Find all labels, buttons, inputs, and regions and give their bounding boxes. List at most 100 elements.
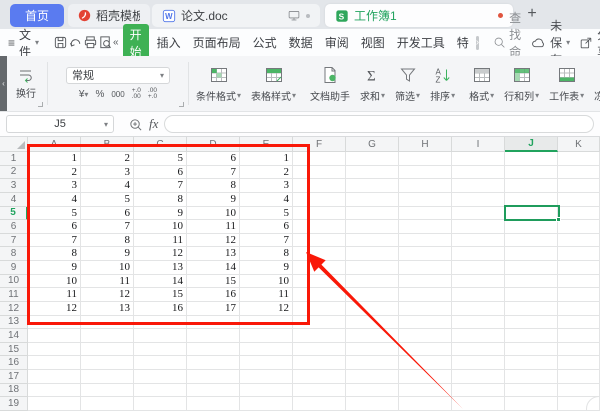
ribbon-tab-视图[interactable]: 视图 (355, 34, 391, 51)
cell-J19[interactable] (505, 397, 558, 411)
ribbon-tab-插入[interactable]: 插入 (151, 34, 187, 51)
column-header-H[interactable]: H (399, 137, 452, 152)
formula-input[interactable] (164, 115, 594, 133)
cell-H2[interactable] (399, 166, 452, 180)
row-header-13[interactable]: 13 (0, 316, 28, 330)
insert-function-search-icon[interactable] (128, 117, 143, 132)
cell-K12[interactable] (558, 302, 600, 316)
ribbon-button-格式[interactable]: 格式▾ (464, 56, 499, 111)
select-all-corner[interactable] (0, 137, 28, 152)
ribbon-button-求和[interactable]: Σ求和▾ (355, 56, 390, 111)
cell-E18[interactable] (240, 384, 293, 398)
cell-D19[interactable] (187, 397, 240, 411)
cell-K16[interactable] (558, 356, 600, 370)
cell-K17[interactable] (558, 370, 600, 384)
undo-button[interactable] (68, 34, 83, 52)
tab-spreadsheet-active[interactable]: S 工作簿1 (325, 4, 513, 27)
cell-D16[interactable] (187, 356, 240, 370)
fill-handle[interactable] (556, 217, 561, 222)
ribbon-tab-数据[interactable]: 数据 (283, 34, 319, 51)
cell-J3[interactable] (505, 179, 558, 193)
ribbon-button-条件格式[interactable]: 条件格式▾ (191, 56, 246, 111)
cell-H5[interactable] (399, 207, 452, 221)
row-header-15[interactable]: 15 (0, 343, 28, 357)
increase-decimal-button[interactable]: +.0.00 (132, 88, 141, 101)
cell-A15[interactable] (28, 343, 81, 357)
cell-G5[interactable] (346, 207, 399, 221)
ribbon-button-冻结窗格[interactable]: *冻结窗格▾ (589, 56, 600, 111)
cell-I6[interactable] (452, 220, 505, 234)
cell-B15[interactable] (81, 343, 134, 357)
cell-G4[interactable] (346, 193, 399, 207)
ribbon-button-表格样式[interactable]: 表格样式▾ (246, 56, 301, 111)
cell-E16[interactable] (240, 356, 293, 370)
cell-H1[interactable] (399, 152, 452, 166)
cell-K15[interactable] (558, 343, 600, 357)
row-header-18[interactable]: 18 (0, 384, 28, 398)
cell-J9[interactable] (505, 261, 558, 275)
cell-K1[interactable] (558, 152, 600, 166)
cell-E17[interactable] (240, 370, 293, 384)
row-header-16[interactable]: 16 (0, 356, 28, 370)
wrap-text-label[interactable]: 换行 (16, 85, 36, 100)
cell-I3[interactable] (452, 179, 505, 193)
cell-C19[interactable] (134, 397, 187, 411)
ribbon-tab-页面布局[interactable]: 页面布局 (187, 34, 247, 51)
cell-K3[interactable] (558, 179, 600, 193)
row-header-19[interactable]: 19 (0, 397, 28, 411)
print-preview-button[interactable] (98, 34, 113, 52)
cell-K9[interactable] (558, 261, 600, 275)
cell-J2[interactable] (505, 166, 558, 180)
cell-J1[interactable] (505, 152, 558, 166)
cell-D17[interactable] (187, 370, 240, 384)
ribbon-button-筛选[interactable]: 筛选▾ (390, 56, 425, 111)
row-header-14[interactable]: 14 (0, 329, 28, 343)
selected-cell-outline[interactable] (504, 205, 560, 221)
column-header-J[interactable]: J (505, 137, 558, 152)
cell-K18[interactable] (558, 384, 600, 398)
tab-home[interactable]: 首页 (10, 4, 64, 27)
ribbon-tab-公式[interactable]: 公式 (247, 34, 283, 51)
cell-I2[interactable] (452, 166, 505, 180)
cell-A19[interactable] (28, 397, 81, 411)
dialog-launcher-icon[interactable] (179, 102, 184, 107)
row-header-3[interactable]: 3 (0, 179, 28, 193)
ribbon-button-工作表[interactable]: 工作表▾ (544, 56, 589, 111)
print-button[interactable] (83, 34, 98, 52)
cell-J8[interactable] (505, 247, 558, 261)
ribbon-button-文档助手[interactable]: 文档助手 (305, 56, 355, 111)
cell-K13[interactable] (558, 316, 600, 330)
wrap-text-icon[interactable] (18, 67, 34, 83)
cell-J12[interactable] (505, 302, 558, 316)
ribbon-tab-审阅[interactable]: 审阅 (319, 34, 355, 51)
row-header-9[interactable]: 9 (0, 261, 28, 275)
cell-K8[interactable] (558, 247, 600, 261)
cell-H4[interactable] (399, 193, 452, 207)
share-icon[interactable] (579, 36, 593, 50)
row-header-10[interactable]: 10 (0, 275, 28, 289)
cell-I4[interactable] (452, 193, 505, 207)
cell-A18[interactable] (28, 384, 81, 398)
cell-K4[interactable] (558, 193, 600, 207)
cell-G1[interactable] (346, 152, 399, 166)
screen-share-icon[interactable] (287, 9, 301, 22)
cell-E14[interactable] (240, 329, 293, 343)
row-header-5[interactable]: 5 (0, 207, 28, 221)
tab-writer-document[interactable]: W 论文.doc (152, 4, 320, 27)
collapse-panel-handle[interactable]: ‹ (0, 56, 7, 111)
cell-H3[interactable] (399, 179, 452, 193)
cell-J11[interactable] (505, 288, 558, 302)
cell-K6[interactable] (558, 220, 600, 234)
cell-J15[interactable] (505, 343, 558, 357)
row-header-17[interactable]: 17 (0, 370, 28, 384)
cell-C17[interactable] (134, 370, 187, 384)
cell-D18[interactable] (187, 384, 240, 398)
cell-K11[interactable] (558, 288, 600, 302)
thousands-separator-button[interactable]: 000 (111, 90, 124, 99)
cell-A14[interactable] (28, 329, 81, 343)
more-tabs-button[interactable]: › (476, 36, 479, 50)
ribbon-button-行和列[interactable]: 行和列▾ (499, 56, 544, 111)
row-header-11[interactable]: 11 (0, 288, 28, 302)
fx-icon[interactable]: fx (149, 116, 158, 132)
file-menu-button[interactable]: ≡ 文件 ▾ (0, 26, 45, 60)
